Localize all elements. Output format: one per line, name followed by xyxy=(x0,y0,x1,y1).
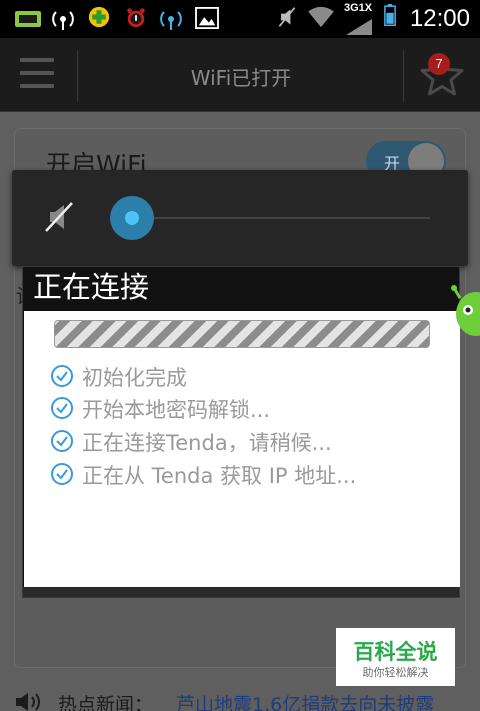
connecting-dialog: 正在连接 初始化完成 开始本地密码解锁... 正在连接Tenda，请稍候... xyxy=(22,266,460,598)
check-circle-icon xyxy=(51,365,73,387)
mute-icon xyxy=(278,7,296,27)
volume-slider-thumb[interactable] xyxy=(110,196,154,240)
step-text: 正在从 Tenda 获取 IP 地址... xyxy=(82,464,357,488)
slider-thumb-dot xyxy=(125,211,139,225)
watermark: 百科全说 助你轻松解决 xyxy=(336,628,455,686)
clock: 12:00 xyxy=(409,5,470,32)
page-title: WiFi已打开 xyxy=(190,66,292,90)
wifi-signal-icon xyxy=(52,11,74,30)
alarm-icon xyxy=(127,8,145,28)
watermark-subtitle: 助你轻松解决 xyxy=(362,666,429,679)
indeterminate-progress-bar xyxy=(54,320,430,348)
volume-slider-track[interactable] xyxy=(130,217,430,219)
speaker-icon xyxy=(16,693,40,711)
image-icon xyxy=(195,7,219,29)
status-bar: 3G1X 12:00 xyxy=(0,0,480,38)
divider xyxy=(403,50,404,102)
check-circle-icon xyxy=(51,463,73,485)
volume-panel xyxy=(12,170,468,266)
title-bar: WiFi已打开 xyxy=(0,38,480,112)
network-type-label: 3G1X xyxy=(344,2,373,14)
speaker-muted-icon[interactable] xyxy=(42,200,76,234)
dialog-body: 初始化完成 开始本地密码解锁... 正在连接Tenda，请稍候... 正在从 T… xyxy=(24,311,460,587)
wifi-icon xyxy=(308,6,334,28)
check-circle-icon xyxy=(51,430,73,452)
dialog-footer xyxy=(23,587,459,597)
news-ticker: 热点新闻： 芦山地震1.6亿捐款去向未披露 xyxy=(14,690,480,711)
news-headline-link[interactable]: 芦山地震1.6亿捐款去向未披露 xyxy=(176,690,434,711)
step-text: 开始本地密码解锁... xyxy=(82,398,271,422)
wifi-signal-icon xyxy=(160,11,182,30)
usb-debug-icon xyxy=(15,11,41,27)
step-text: 初始化完成 xyxy=(82,366,187,390)
dialog-title: 正在连接 xyxy=(33,270,150,304)
step-text: 正在连接Tenda，请稍候... xyxy=(82,431,332,455)
favorites-badge: 7 xyxy=(428,53,450,75)
check-circle-icon xyxy=(51,397,73,419)
battery-icon xyxy=(384,4,396,26)
menu-button[interactable] xyxy=(20,58,54,92)
plus-app-icon xyxy=(88,6,110,28)
watermark-title: 百科全说 xyxy=(353,640,438,664)
signal-bars-icon xyxy=(346,19,372,35)
news-prefix: 热点新闻： xyxy=(58,694,154,711)
mascot-icon xyxy=(451,285,480,336)
